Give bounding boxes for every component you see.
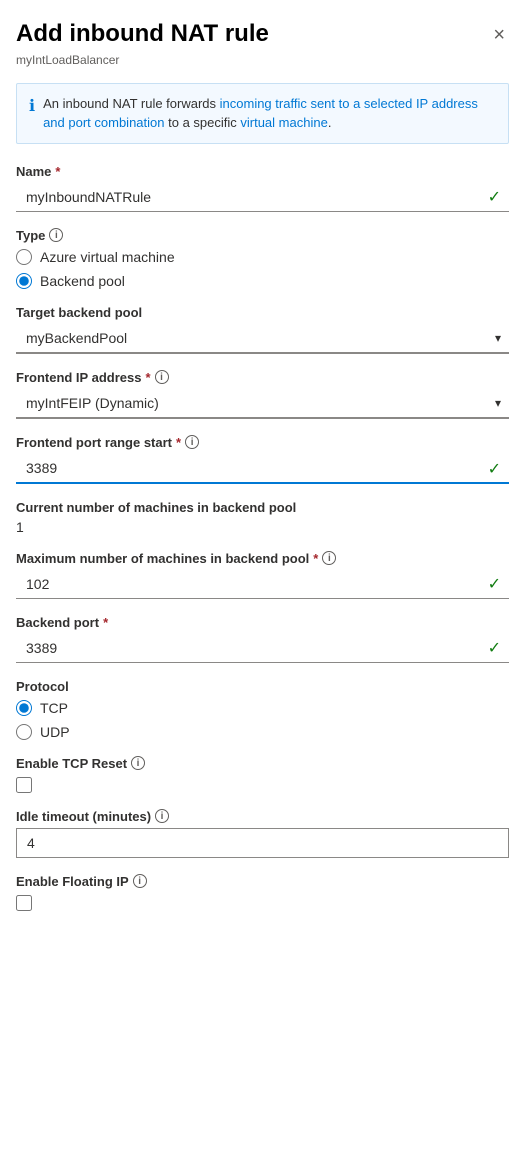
tcp-reset-group: Enable TCP Reset i bbox=[16, 756, 509, 793]
tcp-reset-checkbox[interactable] bbox=[16, 777, 32, 793]
target-backend-pool-label: Target backend pool bbox=[16, 305, 509, 320]
backend-port-input[interactable] bbox=[16, 634, 509, 663]
protocol-option-udp[interactable]: UDP bbox=[16, 724, 509, 740]
idle-timeout-group: Idle timeout (minutes) i bbox=[16, 809, 509, 858]
name-label: Name * bbox=[16, 164, 509, 179]
floating-ip-checkbox-item bbox=[16, 895, 509, 911]
frontend-port-check-icon: ✓ bbox=[488, 459, 501, 479]
max-machines-input[interactable] bbox=[16, 570, 509, 599]
protocol-radio-group: TCP UDP bbox=[16, 700, 509, 740]
frontend-port-range-info-icon[interactable]: i bbox=[185, 435, 199, 449]
frontend-ip-select[interactable]: myIntFEIP (Dynamic) bbox=[16, 389, 509, 417]
protocol-label-udp: UDP bbox=[40, 724, 70, 740]
floating-ip-label: Enable Floating IP i bbox=[16, 874, 509, 889]
frontend-ip-dropdown[interactable]: myIntFEIP (Dynamic) ▾ bbox=[16, 389, 509, 419]
max-machines-required: * bbox=[313, 551, 318, 566]
type-radio-group: Azure virtual machine Backend pool bbox=[16, 249, 509, 289]
tcp-reset-checkbox-item bbox=[16, 777, 509, 793]
max-machines-check-icon: ✓ bbox=[488, 574, 501, 594]
backend-port-check-icon: ✓ bbox=[488, 638, 501, 658]
protocol-option-tcp[interactable]: TCP bbox=[16, 700, 509, 716]
type-label-azure-vm: Azure virtual machine bbox=[40, 249, 175, 265]
backend-port-required: * bbox=[103, 615, 108, 630]
protocol-field-group: Protocol TCP UDP bbox=[16, 679, 509, 740]
target-backend-pool-group: Target backend pool myBackendPool ▾ bbox=[16, 305, 509, 354]
page-title: Add inbound NAT rule bbox=[16, 20, 269, 49]
frontend-ip-info-icon[interactable]: i bbox=[155, 370, 169, 384]
backend-port-input-wrapper: ✓ bbox=[16, 634, 509, 663]
protocol-label: Protocol bbox=[16, 679, 509, 694]
current-machines-label: Current number of machines in backend po… bbox=[16, 500, 509, 515]
idle-timeout-input[interactable] bbox=[16, 828, 509, 858]
backend-port-group: Backend port * ✓ bbox=[16, 615, 509, 663]
name-check-icon: ✓ bbox=[488, 187, 501, 207]
floating-ip-group: Enable Floating IP i bbox=[16, 874, 509, 911]
target-backend-pool-dropdown[interactable]: myBackendPool ▾ bbox=[16, 324, 509, 354]
type-option-backend-pool[interactable]: Backend pool bbox=[16, 273, 509, 289]
type-field-group: Type i Azure virtual machine Backend poo… bbox=[16, 228, 509, 289]
target-backend-pool-select[interactable]: myBackendPool bbox=[16, 324, 509, 352]
name-input[interactable] bbox=[16, 183, 509, 212]
frontend-port-range-input[interactable] bbox=[16, 454, 509, 484]
type-option-azure-vm[interactable]: Azure virtual machine bbox=[16, 249, 509, 265]
type-label-backend-pool: Backend pool bbox=[40, 273, 125, 289]
name-field-group: Name * ✓ bbox=[16, 164, 509, 212]
frontend-port-range-input-wrapper: ✓ bbox=[16, 454, 509, 484]
idle-timeout-label: Idle timeout (minutes) i bbox=[16, 809, 509, 824]
close-button[interactable]: × bbox=[489, 24, 509, 47]
frontend-port-range-required: * bbox=[176, 435, 181, 450]
frontend-port-range-label: Frontend port range start * i bbox=[16, 435, 509, 450]
tcp-reset-label: Enable TCP Reset i bbox=[16, 756, 509, 771]
floating-ip-info-icon[interactable]: i bbox=[133, 874, 147, 888]
type-radio-backend-pool[interactable] bbox=[16, 273, 32, 289]
protocol-radio-udp[interactable] bbox=[16, 724, 32, 740]
protocol-radio-tcp[interactable] bbox=[16, 700, 32, 716]
frontend-port-range-group: Frontend port range start * i ✓ bbox=[16, 435, 509, 484]
max-machines-input-wrapper: ✓ bbox=[16, 570, 509, 599]
max-machines-label: Maximum number of machines in backend po… bbox=[16, 551, 509, 566]
type-radio-azure-vm[interactable] bbox=[16, 249, 32, 265]
current-machines-group: Current number of machines in backend po… bbox=[16, 500, 509, 535]
name-input-wrapper: ✓ bbox=[16, 183, 509, 212]
idle-timeout-input-wrapper bbox=[16, 828, 509, 858]
frontend-ip-group: Frontend IP address * i myIntFEIP (Dynam… bbox=[16, 370, 509, 419]
backend-port-label: Backend port * bbox=[16, 615, 509, 630]
tcp-reset-info-icon[interactable]: i bbox=[131, 756, 145, 770]
floating-ip-checkbox[interactable] bbox=[16, 895, 32, 911]
name-required: * bbox=[55, 164, 60, 179]
page-subtitle: myIntLoadBalancer bbox=[16, 53, 509, 67]
frontend-ip-required: * bbox=[145, 370, 150, 385]
info-text: An inbound NAT rule forwards incoming tr… bbox=[43, 94, 496, 133]
info-icon: ℹ bbox=[29, 95, 35, 133]
type-label: Type i bbox=[16, 228, 509, 243]
frontend-ip-label: Frontend IP address * i bbox=[16, 370, 509, 385]
current-machines-value: 1 bbox=[16, 519, 509, 535]
max-machines-info-icon[interactable]: i bbox=[322, 551, 336, 565]
max-machines-group: Maximum number of machines in backend po… bbox=[16, 551, 509, 599]
type-info-icon[interactable]: i bbox=[49, 228, 63, 242]
info-banner: ℹ An inbound NAT rule forwards incoming … bbox=[16, 83, 509, 144]
idle-timeout-info-icon[interactable]: i bbox=[155, 809, 169, 823]
protocol-label-tcp: TCP bbox=[40, 700, 68, 716]
